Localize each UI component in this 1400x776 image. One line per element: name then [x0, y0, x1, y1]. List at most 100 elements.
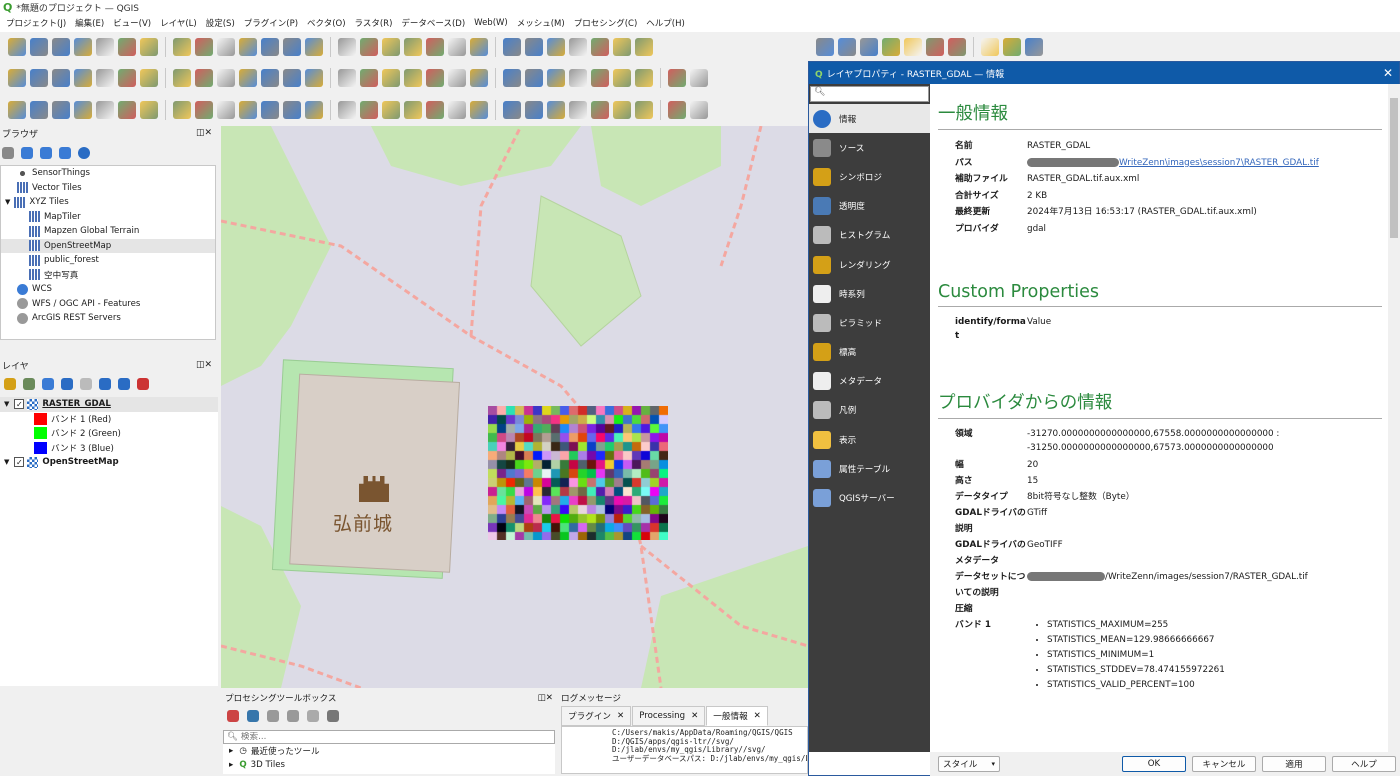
menu-item[interactable]: 設定(S)	[206, 17, 235, 29]
toolbar-tool-icon[interactable]	[591, 38, 609, 56]
toolbar-tool-icon[interactable]	[217, 38, 235, 56]
toolbar-tool-icon[interactable]	[1003, 37, 1021, 56]
menu-item[interactable]: ビュー(V)	[113, 17, 151, 29]
browser-item[interactable]: public_forest	[1, 253, 215, 268]
layer-item[interactable]: ▼ ✓ OpenStreetMap	[0, 455, 218, 470]
toolbar-tool-icon[interactable]	[569, 101, 587, 119]
toolbar-tool-icon[interactable]	[239, 38, 257, 56]
toolbar-tool-icon[interactable]	[569, 69, 587, 87]
browser-item[interactable]: MapTiler	[1, 210, 215, 225]
info-value[interactable]: WriteZenn\images\session7\RASTER_GDAL.ti…	[1027, 155, 1388, 172]
toolbar-tool-icon[interactable]	[882, 37, 900, 56]
browser-item[interactable]: OpenStreetMap	[1, 238, 215, 253]
remove-layer-icon[interactable]	[137, 378, 149, 390]
visibility-icon[interactable]	[42, 378, 54, 390]
toolbar-tool-icon[interactable]	[838, 37, 856, 56]
toolbar-tool-icon[interactable]	[690, 101, 708, 119]
expand-all-icon[interactable]	[99, 378, 111, 390]
toolbar-tool-icon[interactable]	[8, 101, 26, 119]
toolbar-tool-icon[interactable]	[217, 69, 235, 87]
collapse-all-icon[interactable]	[118, 378, 130, 390]
layer-item[interactable]: ▼ ✓ RASTER_GDAL	[0, 397, 218, 412]
toolbar-tool-icon[interactable]	[503, 69, 521, 87]
toolbar-tool-icon[interactable]	[8, 69, 26, 87]
toolbar-tool-icon[interactable]	[338, 69, 356, 87]
toolbar-tool-icon[interactable]	[690, 69, 708, 87]
toolbar-tool-icon[interactable]	[96, 101, 114, 119]
cancel-button[interactable]: キャンセル	[1192, 756, 1256, 772]
toolbar-tool-icon[interactable]	[261, 69, 279, 87]
sidebar-item[interactable]: ヒストグラム	[809, 221, 930, 250]
style-dropdown-button[interactable]: スタイル ▾	[938, 756, 1000, 772]
toolbar-tool-icon[interactable]	[525, 101, 543, 119]
toolbar-tool-icon[interactable]	[635, 38, 653, 56]
close-icon[interactable]: ✕	[617, 711, 624, 721]
expand-arrow-icon[interactable]: ▼	[4, 458, 9, 466]
toolbar-tool-icon[interactable]	[926, 37, 944, 56]
toolbar-tool-icon[interactable]	[52, 101, 70, 119]
toolbar-tool-icon[interactable]	[547, 38, 565, 56]
add-group-icon[interactable]	[23, 378, 35, 390]
toolbar-tool-icon[interactable]	[217, 101, 235, 119]
toolbar-tool-icon[interactable]	[613, 101, 631, 119]
browser-item[interactable]: WFS / OGC API - Features	[1, 297, 215, 312]
toolbar-tool-icon[interactable]	[118, 69, 136, 87]
python-icon[interactable]	[247, 710, 259, 722]
toolbar-tool-icon[interactable]	[426, 69, 444, 87]
toolbar-tool-icon[interactable]	[547, 101, 565, 119]
help-button[interactable]: ヘルプ	[1332, 756, 1396, 772]
menu-item[interactable]: プロセシング(C)	[574, 17, 638, 29]
edit-features-icon[interactable]	[307, 710, 319, 722]
browser-item[interactable]: ArcGIS REST Servers	[1, 311, 215, 326]
toolbar-tool-icon[interactable]	[283, 101, 301, 119]
menu-item[interactable]: ヘルプ(H)	[646, 17, 685, 29]
sidebar-search-input[interactable]: 🔍︎	[810, 86, 929, 102]
layer-visibility-checkbox[interactable]: ✓	[14, 399, 25, 410]
toolbar-tool-icon[interactable]	[426, 38, 444, 56]
toolbar-tool-icon[interactable]	[525, 69, 543, 87]
style-icon[interactable]	[4, 378, 16, 390]
panel-close-icon[interactable]: ◫✕	[538, 693, 553, 703]
log-tab[interactable]: Processing ✕	[632, 706, 706, 726]
log-tab[interactable]: プラグイン ✕	[561, 706, 632, 726]
toolbar-tool-icon[interactable]	[404, 69, 422, 87]
toolbar-tool-icon[interactable]	[547, 69, 565, 87]
toolbar-tool-icon[interactable]	[30, 38, 48, 56]
expand-arrow-icon[interactable]: ▼	[5, 198, 10, 206]
sidebar-item[interactable]: 時系列	[809, 279, 930, 308]
toolbar-tool-icon[interactable]	[52, 69, 70, 87]
menu-item[interactable]: ベクタ(O)	[307, 17, 345, 29]
menu-item[interactable]: レイヤ(L)	[160, 17, 197, 29]
processing-item-3dtiles[interactable]: ▸ Q 3D Tiles	[229, 758, 555, 772]
toolbar-tool-icon[interactable]	[635, 69, 653, 87]
toolbar-tool-icon[interactable]	[470, 69, 488, 87]
toolbar-tool-icon[interactable]	[613, 38, 631, 56]
close-icon[interactable]: ✕	[691, 711, 698, 721]
toolbar-tool-icon[interactable]	[338, 101, 356, 119]
expand-arrow-icon[interactable]: ▼	[4, 400, 9, 408]
sidebar-item[interactable]: QGISサーバー	[809, 483, 930, 512]
sidebar-item[interactable]: 凡例	[809, 396, 930, 425]
panel-close-icon[interactable]: ◫✕	[196, 360, 212, 370]
toolbar-tool-icon[interactable]	[470, 38, 488, 56]
sidebar-item[interactable]: メタデータ	[809, 367, 930, 396]
close-icon[interactable]: ✕	[1383, 66, 1393, 80]
toolbar-tool-icon[interactable]	[569, 38, 587, 56]
info-icon[interactable]	[78, 147, 90, 159]
toolbar-tool-icon[interactable]	[118, 38, 136, 56]
toolbar-tool-icon[interactable]	[173, 38, 191, 56]
toolbar-tool-icon[interactable]	[360, 69, 378, 87]
toolbar-tool-icon[interactable]	[525, 38, 543, 56]
toolbar-tool-icon[interactable]	[305, 69, 323, 87]
toolbar-tool-icon[interactable]	[668, 69, 686, 87]
toolbar-tool-icon[interactable]	[8, 38, 26, 56]
toolbar-tool-icon[interactable]	[30, 101, 48, 119]
toolbar-tool-icon[interactable]	[404, 38, 422, 56]
toolbar-tool-icon[interactable]	[96, 69, 114, 87]
dialog-scrollbar[interactable]	[1388, 84, 1400, 752]
toolbar-tool-icon[interactable]	[195, 101, 213, 119]
toolbar-tool-icon[interactable]	[261, 101, 279, 119]
sidebar-item[interactable]: 属性テーブル	[809, 454, 930, 483]
toolbar-tool-icon[interactable]	[30, 69, 48, 87]
toolbar-tool-icon[interactable]	[74, 38, 92, 56]
